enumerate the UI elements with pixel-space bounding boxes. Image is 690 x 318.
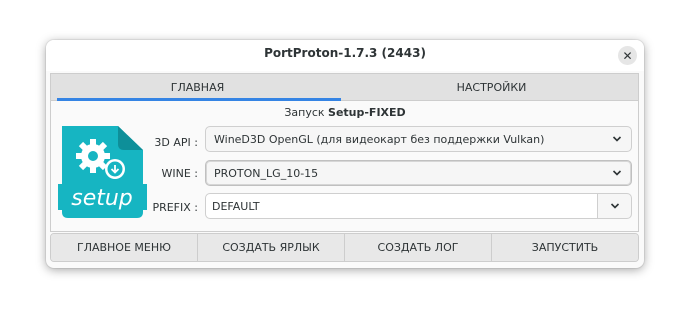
wine-select[interactable]: PROTON_LG_10-15 [205, 160, 632, 186]
prefix-value: DEFAULT [212, 199, 260, 213]
run-name: Setup-FIXED [328, 106, 406, 119]
chevron-down-icon [610, 203, 620, 209]
launch-button[interactable]: ЗАПУСТИТЬ [492, 234, 638, 261]
main-menu-button[interactable]: ГЛАВНОЕ МЕНЮ [51, 234, 198, 261]
create-log-button[interactable]: СОЗДАТЬ ЛОГ [345, 234, 492, 261]
prefix-dropdown-button[interactable] [597, 193, 632, 219]
download-icon [105, 159, 125, 179]
action-bar: ГЛАВНОЕ МЕНЮ СОЗДАТЬ ЯРЛЫК СОЗДАТЬ ЛОГ З… [50, 233, 639, 262]
prefix-label: PREFIX : [152, 201, 198, 214]
gear-icon [76, 139, 110, 173]
api-label: 3D API : [154, 136, 198, 149]
wine-value: PROTON_LG_10-15 [214, 166, 319, 180]
api-value: WineD3D OpenGL (для видеокарт без поддер… [214, 132, 545, 146]
logo-text: setup [71, 186, 133, 211]
create-shortcut-button[interactable]: СОЗДАТЬ ЯРЛЫК [198, 234, 345, 261]
chevron-down-icon [612, 136, 622, 142]
prefix-input[interactable]: DEFAULT [205, 193, 598, 219]
run-prefix: Запуск [284, 106, 329, 119]
setup-logo: setup [58, 126, 147, 218]
api-select[interactable]: WineD3D OpenGL (для видеокарт без поддер… [205, 126, 632, 152]
chevron-down-icon [612, 170, 622, 176]
run-label: Запуск Setup-FIXED [46, 106, 644, 119]
wine-label: WINE : [161, 167, 198, 180]
